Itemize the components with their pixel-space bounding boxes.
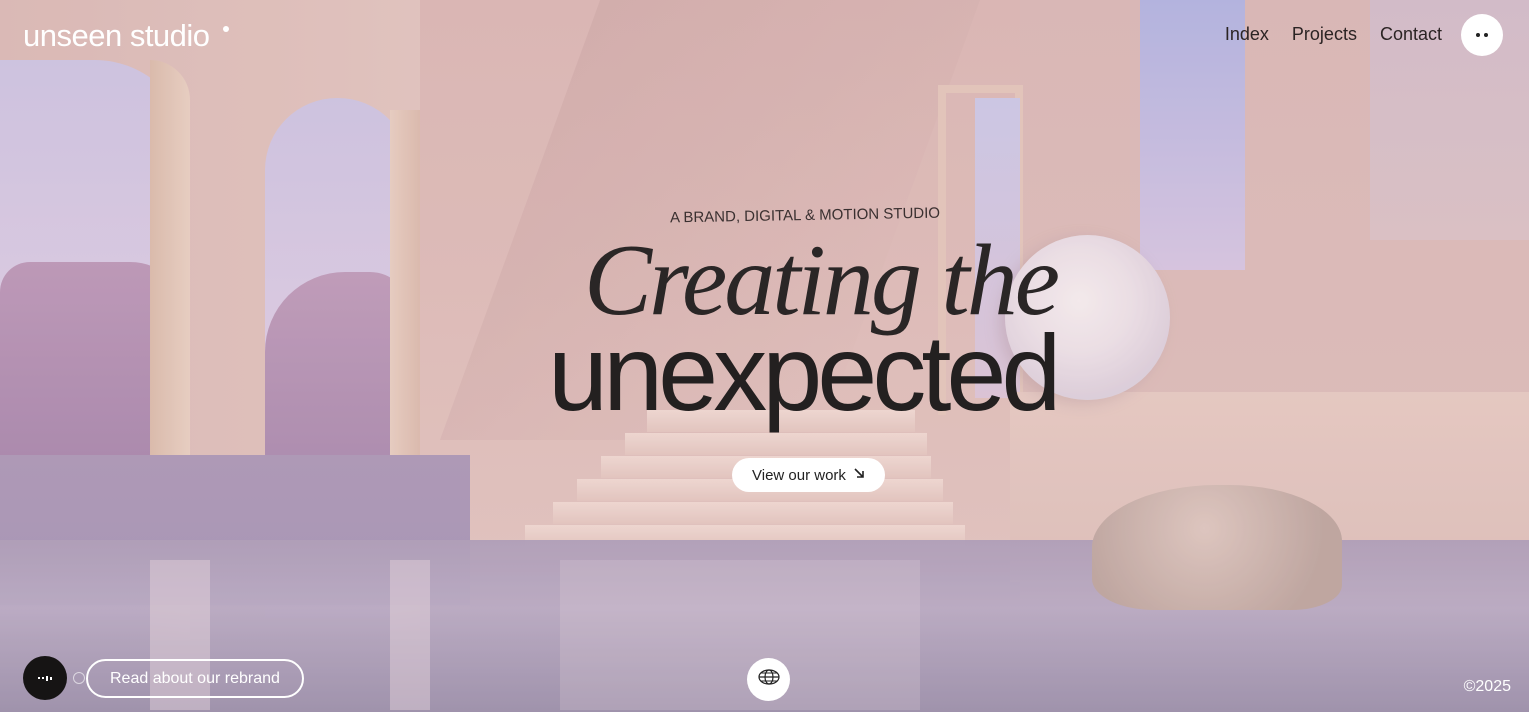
hero-title-line2: unexpected xyxy=(548,312,1061,433)
logo-dot xyxy=(223,26,229,32)
arrow-down-right-icon xyxy=(854,468,865,482)
nav-contact[interactable]: Contact xyxy=(1380,24,1442,45)
rebrand-link[interactable]: Read about our rebrand xyxy=(86,659,304,698)
circle-icon xyxy=(73,672,85,684)
view-work-button[interactable]: View our work xyxy=(732,458,885,492)
view-work-label: View our work xyxy=(752,466,846,484)
sound-toggle-button[interactable] xyxy=(23,656,67,700)
studio-logo[interactable]: unseen studio xyxy=(23,18,210,54)
nav-projects[interactable]: Projects xyxy=(1292,24,1357,45)
language-button[interactable] xyxy=(747,658,790,701)
dots-menu-icon xyxy=(1476,33,1480,37)
sound-wave-icon xyxy=(38,675,52,681)
nav-index[interactable]: Index xyxy=(1225,24,1269,45)
main-nav: Index Projects Contact xyxy=(1225,24,1442,45)
globe-icon xyxy=(757,669,780,690)
menu-button[interactable] xyxy=(1461,14,1503,56)
copyright: ©2025 xyxy=(1463,678,1511,695)
